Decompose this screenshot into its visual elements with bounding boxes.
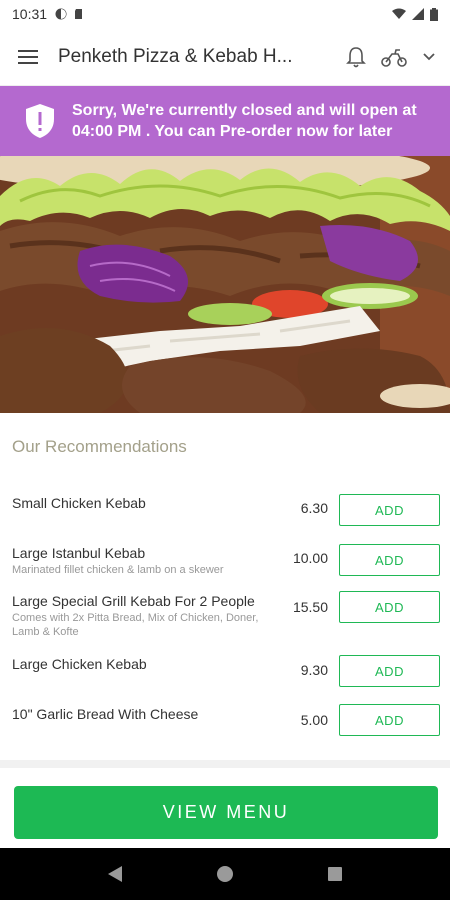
item-name: 10" Garlic Bread With Cheese (12, 706, 199, 722)
hamburger-menu-icon (18, 49, 38, 64)
add-button[interactable]: ADD (339, 544, 440, 576)
add-button[interactable]: ADD (339, 591, 440, 623)
item-name: Large Special Grill Kebab For 2 People (12, 593, 255, 609)
back-icon[interactable] (107, 865, 123, 883)
item-price: 9.30 (300, 662, 328, 678)
status-bar: 10:31 (0, 0, 450, 28)
app-screen: 10:31 Penketh Pizza & Kebab H... Sorry, … (0, 0, 450, 900)
item-name: Large Istanbul Kebab (12, 545, 146, 561)
kebab-illustration (0, 156, 450, 413)
banner-line-1: Sorry, We're currently closed and will o… (72, 102, 417, 119)
delivery-scooter-icon[interactable] (380, 46, 408, 68)
add-button[interactable]: ADD (339, 655, 440, 687)
section-divider (0, 760, 450, 768)
menu-button[interactable] (14, 43, 42, 71)
item-name: Large Chicken Kebab (12, 656, 147, 672)
bell-icon[interactable] (346, 46, 366, 68)
chevron-down-icon[interactable] (422, 52, 436, 62)
item-price: 5.00 (300, 712, 328, 728)
add-button[interactable]: ADD (339, 494, 440, 526)
item-description: Comes with 2x Pitta Bread, Mix of Chicke… (12, 612, 259, 638)
item-description: Marinated fillet chicken & lamb on a ske… (12, 564, 224, 576)
restaurant-title: Penketh Pizza & Kebab H... (58, 45, 293, 67)
item-price: 15.50 (292, 599, 328, 615)
wifi-icon (392, 8, 406, 19)
data-saver-icon (55, 8, 67, 20)
battery-icon (430, 7, 438, 21)
sd-card-icon (75, 9, 83, 19)
item-price: 6.30 (300, 500, 328, 516)
shield-alert-icon (26, 104, 54, 138)
view-menu-button[interactable]: VIEW MENU (14, 786, 438, 839)
add-button[interactable]: ADD (339, 704, 440, 736)
recommendations-title: Our Recommendations (12, 437, 187, 456)
item-name: Small Chicken Kebab (12, 495, 146, 511)
banner-line-2: 04:00 PM . You can Pre-order now for lat… (72, 123, 393, 140)
signal-icon (412, 8, 424, 20)
app-bar: Penketh Pizza & Kebab H... (0, 28, 450, 86)
system-nav-bar (0, 848, 450, 900)
home-icon[interactable] (216, 865, 234, 883)
status-time: 10:31 (12, 6, 48, 22)
item-price: 10.00 (292, 550, 328, 566)
recents-icon[interactable] (327, 866, 343, 882)
hero-food-image (0, 156, 450, 413)
closed-banner: Sorry, We're currently closed and will o… (0, 86, 450, 156)
recommendations-section: Our Recommendations Small Chicken Kebab … (0, 413, 450, 760)
